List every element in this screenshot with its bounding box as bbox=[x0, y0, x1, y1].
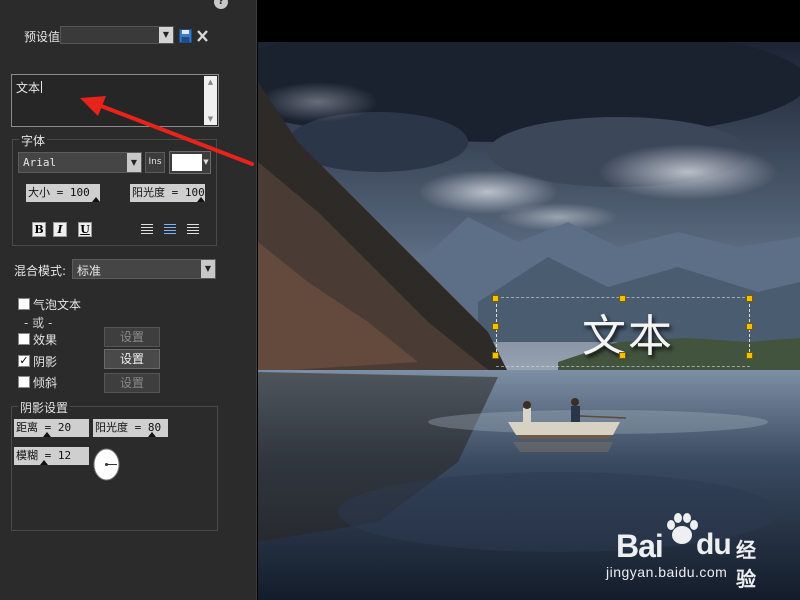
resize-handle-right[interactable] bbox=[746, 323, 753, 330]
shadow-settings-button[interactable]: 设置 bbox=[104, 349, 160, 369]
watermark-url: jingyan.baidu.com bbox=[606, 564, 728, 580]
bevel-checkbox[interactable] bbox=[18, 376, 30, 388]
save-icon[interactable] bbox=[179, 29, 192, 43]
font-family-value: Arial bbox=[23, 156, 57, 169]
shadow-distance-slider[interactable]: 距离 = 20 bbox=[14, 419, 89, 437]
text-color-picker[interactable]: ▼ bbox=[169, 151, 211, 174]
chevron-down-icon: ▼ bbox=[203, 158, 209, 166]
shadow-checkbox[interactable]: ✓ bbox=[18, 355, 30, 367]
selection-bottom-edge bbox=[496, 366, 750, 367]
text-input-area[interactable]: 文本 ▲ ▼ bbox=[11, 74, 219, 127]
shadow-blur-slider[interactable]: 模糊 = 12 bbox=[14, 447, 89, 465]
text-tool-panel: ? 预设值 ▼ 文本 ▲ ▼ 字体 Arial ▼ Ins ▼ 大小 = 100 bbox=[0, 0, 257, 600]
align-center-button[interactable] bbox=[163, 222, 177, 237]
font-group-legend: 字体 bbox=[19, 132, 48, 149]
slider-thumb[interactable] bbox=[148, 432, 156, 437]
overlay-text[interactable]: 文本 bbox=[582, 300, 674, 364]
scroll-down-icon[interactable]: ▼ bbox=[204, 113, 217, 125]
underline-button[interactable]: U bbox=[78, 222, 92, 237]
slider-thumb[interactable] bbox=[197, 197, 205, 202]
preview-canvas[interactable] bbox=[258, 0, 800, 600]
bevel-settings-button[interactable]: 设置 bbox=[104, 373, 160, 393]
slider-thumb[interactable] bbox=[92, 197, 100, 202]
preset-dropdown[interactable]: ▼ bbox=[60, 26, 174, 44]
blend-mode-dropdown[interactable]: 标准 ▼ bbox=[72, 259, 216, 279]
resize-handle-bottom-right[interactable] bbox=[746, 352, 753, 359]
shadow-group-legend: 阴影设置 bbox=[18, 399, 71, 416]
bevel-label: 倾斜 bbox=[33, 376, 58, 390]
chevron-down-icon: ▼ bbox=[201, 260, 215, 278]
preset-label: 预设值 bbox=[24, 30, 61, 44]
insert-button[interactable]: Ins bbox=[145, 152, 165, 173]
baidu-jingyan-watermark: Bai du 经验 jingyan.baidu.com bbox=[606, 512, 772, 591]
watermark-brand: Bai bbox=[616, 528, 664, 564]
font-family-dropdown[interactable]: Arial ▼ bbox=[18, 152, 142, 173]
blend-mode-value: 标准 bbox=[77, 264, 102, 278]
font-opacity-label: 阳光度 = 100 bbox=[132, 186, 205, 199]
resize-handle-bottom[interactable] bbox=[619, 352, 626, 359]
font-size-slider[interactable]: 大小 = 100 bbox=[26, 184, 100, 202]
text-scrollbar[interactable]: ▲ ▼ bbox=[204, 76, 217, 125]
align-left-button[interactable] bbox=[140, 222, 154, 237]
font-size-label: 大小 = 100 bbox=[28, 186, 90, 199]
text-input-value: 文本 bbox=[16, 81, 41, 95]
chevron-down-icon: ▼ bbox=[159, 27, 173, 43]
effect-checkbox[interactable] bbox=[18, 333, 30, 345]
slider-thumb[interactable] bbox=[43, 432, 51, 437]
scroll-up-icon[interactable]: ▲ bbox=[204, 76, 217, 88]
text-caret bbox=[41, 81, 43, 93]
shadow-angle-dial[interactable] bbox=[93, 448, 120, 481]
watermark-brand-du: du bbox=[696, 528, 732, 561]
italic-button[interactable]: I bbox=[53, 222, 67, 237]
chevron-down-icon: ▼ bbox=[127, 153, 141, 172]
effect-label: 效果 bbox=[33, 333, 58, 347]
bubble-text-label: 气泡文本 bbox=[33, 298, 82, 312]
effect-settings-button[interactable]: 设置 bbox=[104, 327, 160, 347]
help-icon[interactable]: ? bbox=[214, 0, 228, 9]
or-separator: - 或 - bbox=[24, 316, 53, 330]
resize-handle-top[interactable] bbox=[619, 295, 626, 302]
resize-handle-bottom-left[interactable] bbox=[492, 352, 499, 359]
font-opacity-slider[interactable]: 阳光度 = 100 bbox=[130, 184, 205, 202]
bubble-text-checkbox[interactable] bbox=[18, 298, 30, 310]
text-input-content: 文本 bbox=[16, 79, 43, 96]
resize-handle-top-left[interactable] bbox=[492, 295, 499, 302]
bold-button[interactable]: B bbox=[32, 222, 46, 237]
blend-mode-label: 混合模式: bbox=[14, 264, 67, 278]
slider-thumb[interactable] bbox=[40, 460, 48, 465]
resize-handle-left[interactable] bbox=[492, 323, 499, 330]
delete-preset-icon[interactable] bbox=[196, 29, 209, 43]
watermark-brand-cn: 经验 bbox=[736, 538, 756, 591]
paw-logo-icon bbox=[667, 513, 698, 544]
resize-handle-top-right[interactable] bbox=[746, 295, 753, 302]
text-color-swatch bbox=[172, 154, 202, 171]
shadow-opacity-slider[interactable]: 阳光度 = 80 bbox=[93, 419, 168, 437]
align-right-button[interactable] bbox=[186, 222, 200, 237]
shadow-label: 阴影 bbox=[33, 355, 58, 369]
